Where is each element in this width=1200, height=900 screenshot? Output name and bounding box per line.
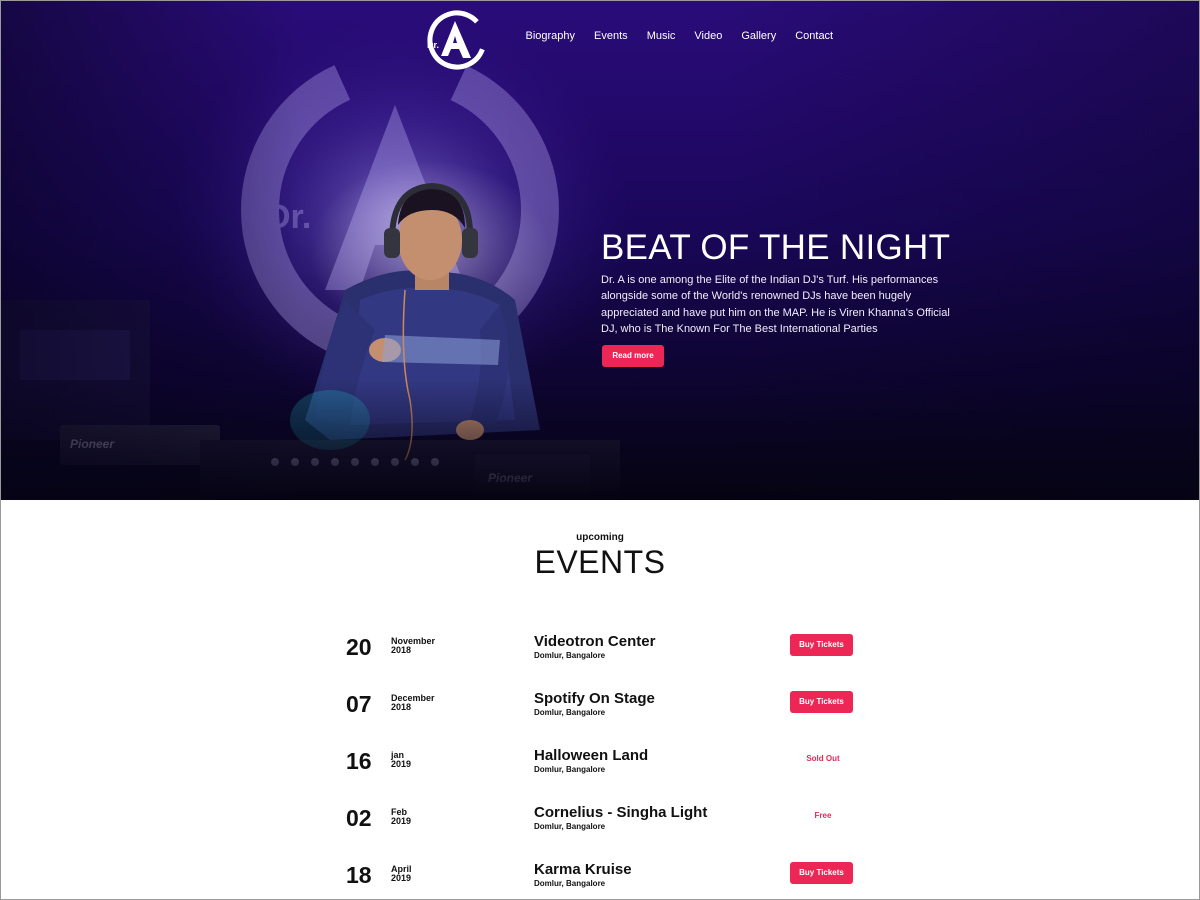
event-name: Videotron Center <box>534 633 656 650</box>
events-kicker: upcoming <box>576 532 624 543</box>
hero-text-block: BEAT OF THE NIGHT Dr. A is one among the… <box>601 228 961 337</box>
event-location: Domlur, Bangalore <box>534 651 606 660</box>
event-day: 16 <box>346 748 372 774</box>
event-row: 20 November 2018 Videotron Center Domlur, Ba… <box>340 633 860 673</box>
event-location: Domlur, Bangalore <box>534 879 606 888</box>
event-row: 16 jan 2019 Halloween Land Domlur, Bangalore… <box>340 747 860 787</box>
event-day: 20 <box>346 634 372 660</box>
event-location: Domlur, Bangalore <box>534 708 606 717</box>
event-year: 2019 <box>391 873 412 883</box>
nav-events[interactable]: Events <box>585 28 638 44</box>
event-year: 2019 <box>391 759 412 769</box>
event-name: Halloween Land <box>534 747 649 764</box>
event-day: 07 <box>346 691 372 717</box>
nav-contact[interactable]: Contact <box>786 28 843 44</box>
event-row: 02 Feb 2019 Cornelius - Singha Light Domlur,… <box>340 804 860 844</box>
buy-tickets-button[interactable]: Buy Tickets <box>790 862 853 884</box>
nav-gallery[interactable]: Gallery <box>732 28 786 44</box>
event-row: 18 April 2019 Karma Kruise Domlur, Bangalore… <box>340 861 860 900</box>
nav-video[interactable]: Video <box>685 28 732 44</box>
hero-title: BEAT OF THE NIGHT <box>601 228 951 267</box>
svg-text:Dr.: Dr. <box>427 40 439 50</box>
event-name: Karma Kruise <box>534 861 632 878</box>
event-row: 07 December 2018 Spotify On Stage Domlur, Ba… <box>340 690 860 730</box>
event-location: Domlur, Bangalore <box>534 765 606 774</box>
main-nav: Biography Events Music Video Gallery Con… <box>516 28 843 44</box>
nav-biography[interactable]: Biography <box>516 28 585 44</box>
event-year: 2019 <box>391 816 412 826</box>
buy-tickets-button[interactable]: Buy Tickets <box>790 691 853 713</box>
nav-music[interactable]: Music <box>637 28 685 44</box>
brand-logo[interactable]: Dr. <box>424 8 490 72</box>
event-year: 2018 <box>391 702 412 712</box>
hero-section: Dr. Pioneer Pioneer <box>0 0 1200 500</box>
hero-overlay <box>0 0 1200 500</box>
hero-description: Dr. A is one among the Elite of the Indi… <box>601 274 950 335</box>
events-title: EVENTS <box>534 544 666 580</box>
event-day: 18 <box>346 862 372 888</box>
event-status-label: Free <box>814 811 832 820</box>
event-day: 02 <box>346 805 372 831</box>
buy-tickets-button[interactable]: Buy Tickets <box>790 634 853 656</box>
event-name: Spotify On Stage <box>534 690 655 707</box>
event-year: 2018 <box>391 645 412 655</box>
event-location: Domlur, Bangalore <box>534 822 606 831</box>
read-more-button[interactable]: Read more <box>602 345 664 367</box>
event-status-label: Sold Out <box>806 754 840 763</box>
event-name: Cornelius - Singha Light <box>534 804 708 821</box>
